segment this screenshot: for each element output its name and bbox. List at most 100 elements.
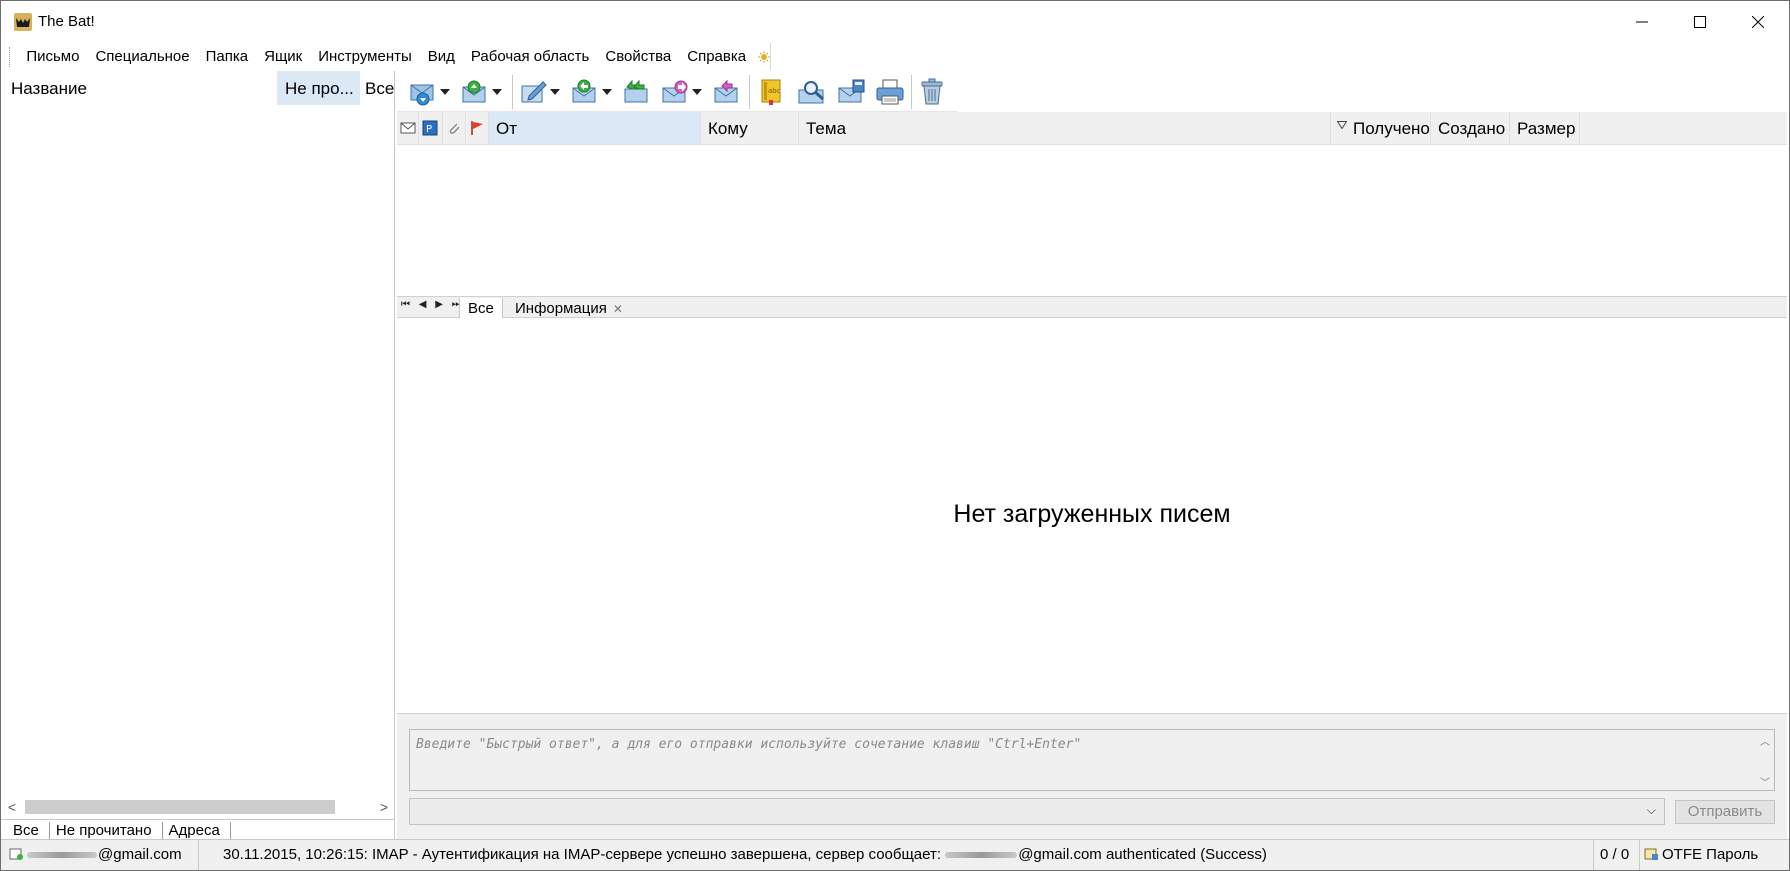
column-unread-header[interactable]: Не про...	[277, 71, 360, 105]
toolbar-separator	[749, 75, 750, 109]
quick-reply-input[interactable]: Введите "Быстрый ответ", а для его отпра…	[409, 729, 1775, 791]
minimize-button[interactable]	[1613, 1, 1671, 43]
reply-button[interactable]	[571, 77, 612, 107]
forward-icon	[662, 80, 688, 103]
toolbar-separator	[512, 75, 513, 109]
new-message-button[interactable]	[519, 77, 560, 107]
app-window: The Bat! Письмо Специальное Папка Ящик И…	[0, 0, 1790, 871]
column-attachment-header[interactable]	[443, 112, 466, 144]
new-message-icon	[521, 81, 547, 103]
column-flag-header[interactable]	[466, 112, 489, 144]
envelope-icon	[400, 122, 416, 134]
quick-reply-scrollbar[interactable]: ︿ ﹀	[1756, 730, 1774, 790]
scroll-right-icon[interactable]: >	[375, 797, 393, 817]
column-to-header[interactable]: Кому	[701, 112, 799, 144]
tab-navigation-arrows[interactable]: ⏮ ◀ ▶ ⏭	[401, 299, 464, 310]
menu-message[interactable]: Письмо	[18, 48, 87, 65]
status-account-email: @gmail.com	[98, 846, 182, 863]
column-from-header[interactable]: От	[489, 112, 701, 144]
maximize-icon	[1694, 16, 1706, 28]
address-book-icon	[838, 79, 865, 103]
status-bar: @gmail.com 30.11.2015, 10:26:15: IMAP - …	[1, 839, 1789, 870]
chevron-down-icon[interactable]	[550, 89, 560, 95]
close-tab-icon[interactable]: ✕	[613, 302, 623, 316]
forward-button[interactable]	[661, 77, 702, 107]
scroll-up-icon[interactable]: ︿	[1756, 733, 1774, 748]
menu-tools[interactable]: Инструменты	[310, 48, 420, 65]
quick-reply-panel: Введите "Быстрый ответ", а для его отпра…	[397, 713, 1787, 839]
column-received-label: Получено	[1353, 119, 1430, 138]
get-mail-button[interactable]	[409, 77, 450, 107]
spellcheck-button[interactable]: abc	[757, 77, 785, 107]
redirect-icon	[714, 79, 738, 103]
quick-reply-placeholder: Введите "Быстрый ответ", а для его отпра…	[416, 737, 1082, 752]
print-button[interactable]	[875, 77, 905, 107]
message-preview-pane: Нет загруженных писем	[397, 318, 1787, 713]
spellcheck-icon: abc	[761, 79, 781, 105]
the-bat-logo-icon	[14, 13, 32, 31]
sort-descending-icon	[1337, 121, 1347, 129]
flag-icon	[471, 121, 483, 135]
column-all-header[interactable]: Все	[365, 79, 394, 99]
chevron-down-icon[interactable]	[440, 89, 450, 95]
menu-folder[interactable]: Папка	[198, 48, 256, 65]
column-received-header[interactable]: Получено	[1331, 112, 1431, 144]
chevron-down-icon[interactable]	[602, 89, 612, 95]
svg-text:abc: abc	[768, 87, 781, 95]
column-created-header[interactable]: Создано	[1431, 112, 1510, 144]
column-name-header[interactable]: Название	[11, 79, 87, 99]
folder-view-tabs: Все Не прочитано Адреса	[1, 819, 394, 841]
scroll-thumb[interactable]	[25, 800, 335, 814]
send-quick-reply-button[interactable]: Отправить	[1675, 800, 1775, 824]
menu-properties[interactable]: Свойства	[597, 48, 679, 65]
send-mail-button[interactable]	[461, 77, 502, 107]
status-log-message: 30.11.2015, 10:26:15: IMAP - Аутентифика…	[201, 840, 1594, 870]
title-bar: The Bat!	[1, 1, 1789, 43]
tab-preview-info[interactable]: Информация ✕	[507, 298, 631, 319]
status-log-text: 30.11.2015, 10:26:15: IMAP - Аутентифика…	[223, 846, 942, 863]
empty-preview-message: Нет загруженных писем	[953, 500, 1231, 528]
close-icon	[1752, 16, 1764, 28]
delete-button[interactable]	[919, 77, 945, 107]
paperclip-icon	[449, 123, 460, 134]
redacted-email-blur	[27, 852, 97, 859]
column-status-header[interactable]	[397, 112, 419, 144]
find-button[interactable]	[797, 77, 827, 107]
folder-list-header: Название Не про... Все	[1, 71, 394, 107]
address-book-button[interactable]	[837, 77, 867, 107]
sun-icon[interactable]	[758, 48, 770, 66]
chevron-down-icon[interactable]: ⌵	[1647, 803, 1656, 818]
reply-all-button[interactable]	[623, 77, 651, 107]
column-subject-header[interactable]: Тема	[799, 112, 1331, 144]
close-button[interactable]	[1729, 1, 1787, 43]
tab-preview-all[interactable]: Все	[459, 298, 503, 319]
quick-reply-template-select[interactable]: ⌵	[409, 798, 1665, 825]
minimize-icon	[1636, 21, 1648, 23]
menu-help[interactable]: Справка	[679, 48, 754, 65]
menu-view[interactable]: Вид	[420, 48, 463, 65]
scroll-down-icon[interactable]: ﹀	[1756, 774, 1774, 789]
chevron-down-icon[interactable]	[692, 89, 702, 95]
status-otfe[interactable]: OTFE Пароль	[1640, 840, 1785, 870]
chevron-down-icon[interactable]	[492, 89, 502, 95]
redirect-button[interactable]	[713, 77, 741, 107]
column-size-header[interactable]: Размер	[1510, 112, 1580, 144]
print-icon	[876, 79, 904, 105]
folder-horizontal-scrollbar[interactable]: < >	[3, 797, 393, 817]
status-account[interactable]: @gmail.com	[9, 840, 199, 870]
preview-tab-strip: ⏮ ◀ ▶ ⏭ Все Информация ✕	[397, 296, 1787, 319]
toolbar-separator	[911, 75, 912, 109]
status-log-suffix: @gmail.com authenticated (Success)	[1018, 846, 1267, 863]
menu-special[interactable]: Специальное	[87, 48, 197, 65]
priority-icon: P	[422, 120, 438, 136]
scroll-left-icon[interactable]: <	[3, 797, 21, 817]
column-priority-header[interactable]: P	[419, 112, 443, 144]
menu-grip[interactable]	[9, 46, 11, 67]
maximize-button[interactable]	[1671, 1, 1729, 43]
menu-workspace[interactable]: Рабочая область	[463, 48, 597, 65]
redacted-email-blur	[945, 852, 1018, 859]
menu-account[interactable]: Ящик	[256, 48, 310, 65]
window-title: The Bat!	[38, 13, 95, 30]
main-toolbar: abc	[397, 71, 957, 112]
menu-bar: Письмо Специальное Папка Ящик Инструмент…	[1, 43, 771, 70]
